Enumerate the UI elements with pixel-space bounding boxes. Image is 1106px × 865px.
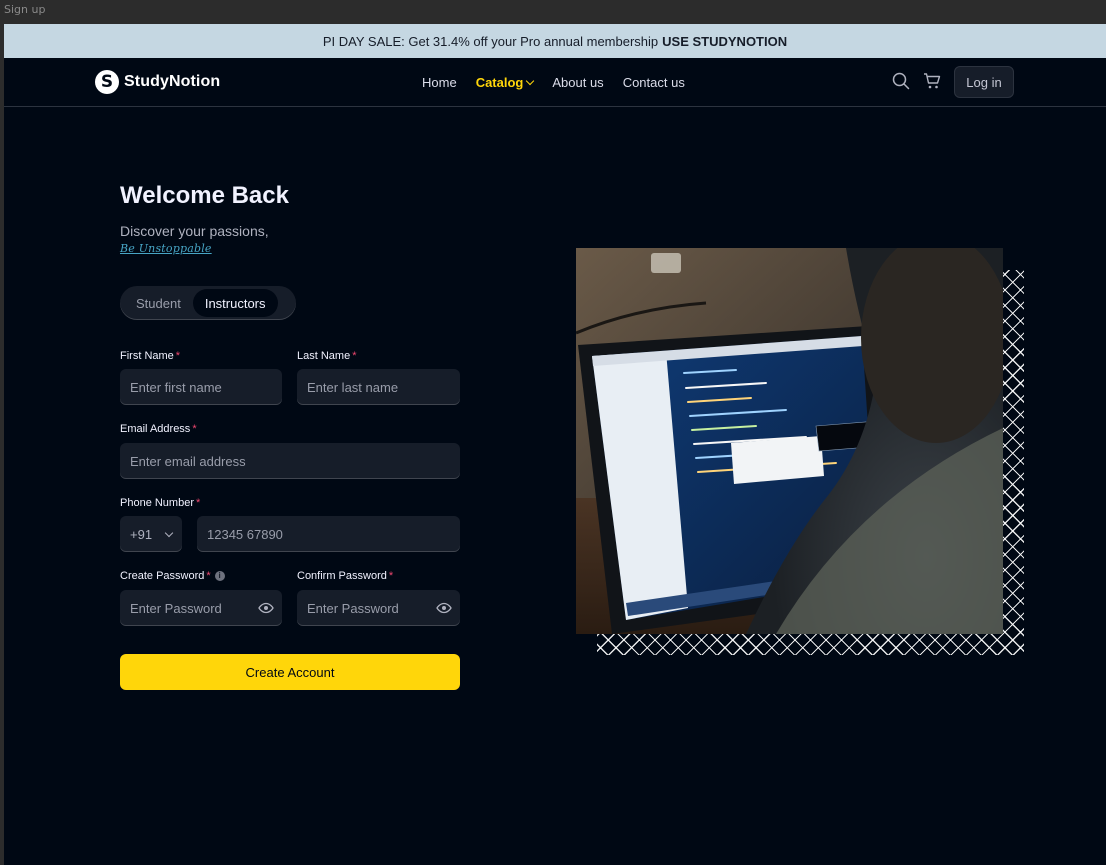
nav-home[interactable]: Home [422,75,457,90]
logo[interactable]: S StudyNotion [95,70,220,94]
navbar: S StudyNotion Home Catalog About us Cont… [4,58,1106,107]
confirm-password-label: Confirm Password * [297,570,393,582]
login-button[interactable]: Log in [954,66,1014,98]
eye-icon[interactable] [436,600,452,616]
window-title: Sign up [4,3,46,16]
first-name-field[interactable] [120,369,282,405]
first-name-label-text: First Name [120,350,174,362]
confirm-password-input[interactable] [307,600,450,616]
create-password-field[interactable] [120,590,282,626]
last-name-label-text: Last Name [297,350,351,362]
required-mark: * [175,350,181,362]
promo-banner: PI DAY SALE: Get 31.4% off your Pro annu… [4,24,1106,58]
email-input[interactable] [130,453,450,469]
create-password-label: Create Password * i [120,570,225,582]
last-name-field[interactable] [297,369,460,405]
nav-about[interactable]: About us [552,75,603,90]
required-mark: * [352,350,357,362]
phone-label-text: Phone Number [120,497,194,509]
tab-student[interactable]: Student [124,289,193,317]
nav-contact[interactable]: Contact us [623,75,685,90]
create-account-button[interactable]: Create Account [120,654,460,690]
promo-text: PI DAY SALE: Get 31.4% off your Pro annu… [322,33,659,49]
search-icon[interactable] [891,71,911,91]
create-password-label-text: Create Password [120,570,205,582]
email-label-text: Email Address [120,423,191,435]
page-tagline: Be Unstoppable [120,242,212,255]
logo-text: StudyNotion [124,73,221,90]
required-mark: * [388,570,394,582]
account-type-toggle: Student Instructors [120,286,296,320]
phone-input[interactable] [207,526,450,542]
nav-catalog-label: Catalog [475,74,524,90]
email-label: Email Address * [120,423,197,435]
country-code-value: +91 [130,526,153,542]
required-mark: * [206,570,211,582]
nav-icons [891,71,942,91]
phone-label: Phone Number * [120,497,200,509]
confirm-password-label-text: Confirm Password [297,570,387,582]
required-mark: * [192,423,197,435]
phone-field[interactable] [197,516,460,552]
confirm-password-field[interactable] [297,590,460,626]
cart-icon[interactable] [922,71,942,91]
app-frame: PI DAY SALE: Get 31.4% off your Pro annu… [4,24,1106,865]
country-code-select[interactable]: +91 [120,516,182,552]
email-field[interactable] [120,443,460,479]
tab-instructors[interactable]: Instructors [192,289,278,317]
page-subtitle: Discover your passions, [120,223,269,239]
last-name-input[interactable] [307,379,450,395]
create-password-input[interactable] [130,600,272,616]
first-name-input[interactable] [130,379,272,395]
page-title: Welcome Back [120,182,289,209]
nav-links: Home Catalog About us Contact us [422,58,685,106]
promo-code: USE STUDYNOTION [662,33,788,49]
chevron-down-icon [526,76,535,85]
first-name-label: First Name * [120,350,180,362]
chevron-down-icon [164,528,174,537]
eye-icon[interactable] [258,600,274,616]
last-name-label: Last Name * [297,350,356,362]
signup-photo [576,248,1003,634]
info-icon[interactable]: i [214,571,225,582]
required-mark: * [196,497,201,509]
nav-catalog[interactable]: Catalog [475,74,535,90]
logo-icon: S [95,70,119,94]
